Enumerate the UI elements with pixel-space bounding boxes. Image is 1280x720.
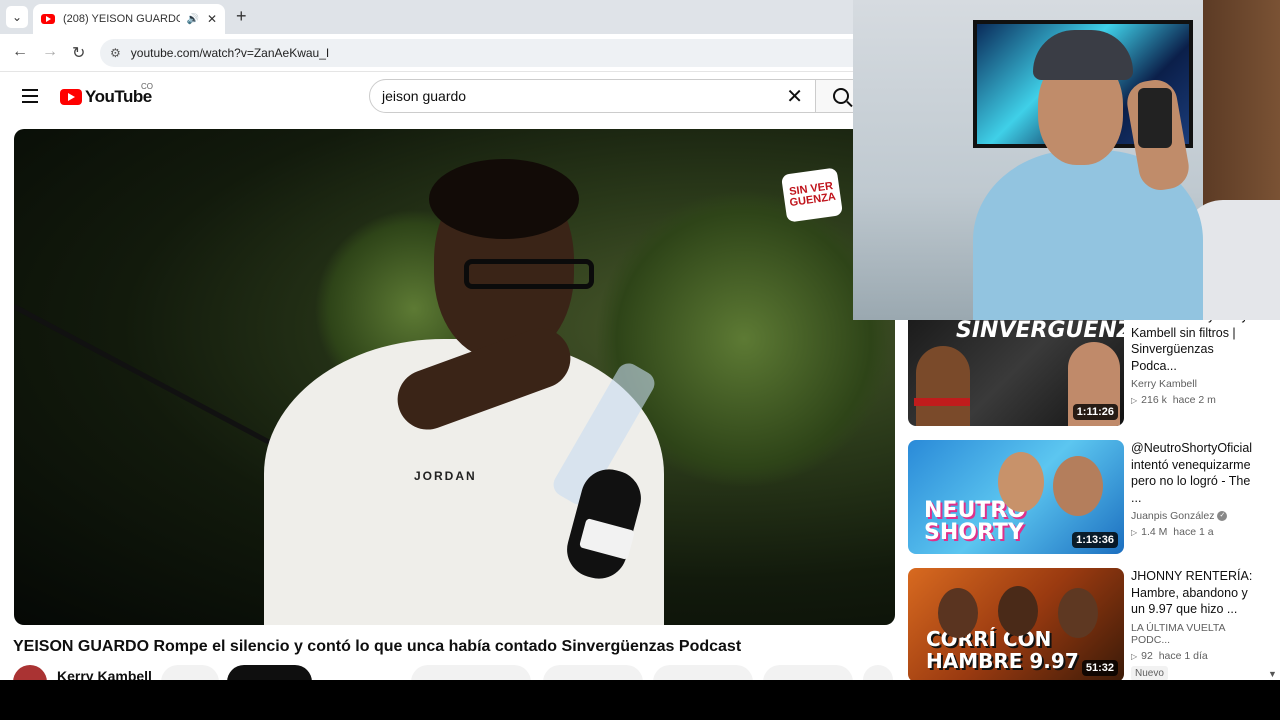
- person-hair: [429, 159, 579, 239]
- recommendation-thumbnail[interactable]: SINVERGÜENZAS 1:11:26: [908, 312, 1124, 426]
- video-player[interactable]: JORDAN SIN VER GUENZA: [14, 129, 895, 625]
- recommendation-title[interactable]: @NeutroShortyOficial intentó venequizarm…: [1131, 440, 1261, 506]
- video-title: YEISON GUARDO Rompe el silencio y contó …: [13, 638, 742, 655]
- browser-tab[interactable]: (208) YEISON GUARDO Rompe el silencio 🔊 …: [33, 4, 225, 34]
- verified-check-icon: ✓: [1217, 511, 1228, 522]
- phone: [1138, 88, 1172, 148]
- shirt-print: JORDAN: [414, 469, 477, 483]
- thumbnail-person: [1058, 588, 1098, 638]
- recommendation-info: JHONNY RENTERÍA: Hambre, abandono y un 9…: [1131, 568, 1261, 681]
- new-tab-button[interactable]: +: [236, 7, 247, 25]
- thumbnail-person: [916, 346, 970, 426]
- tab-title: (208) YEISON GUARDO Rompe el silencio: [63, 13, 181, 25]
- tab-search-chevron-icon[interactable]: ⌄: [6, 6, 28, 28]
- recommendation-meta: ▷ 216 k hace 2 m: [1131, 394, 1261, 406]
- view-count: 216 k: [1141, 394, 1167, 406]
- bottom-black-bar: [0, 680, 1280, 720]
- recommendation-meta: ▷ 1.4 M hace 1 a: [1131, 526, 1261, 538]
- thumbnail-person: [938, 588, 978, 638]
- play-icon: ▷: [1131, 528, 1138, 537]
- youtube-play-logo-icon: [60, 89, 82, 105]
- clear-search-icon[interactable]: ✕: [786, 84, 803, 109]
- thumbnail-person: [998, 452, 1044, 512]
- video-duration: 51:32: [1081, 660, 1118, 676]
- close-tab-icon[interactable]: ✕: [207, 12, 217, 26]
- watermark-text: SIN VER GUENZA: [788, 180, 837, 210]
- upload-age: hace 1 a: [1173, 526, 1214, 538]
- recommendation-info: Aida Merlano y Kerry Kambell sin filtros…: [1131, 308, 1261, 406]
- search-input[interactable]: jeison guardo ✕: [369, 79, 816, 113]
- webcam-overlay: [853, 0, 1280, 320]
- channel-name[interactable]: Juanpis González: [1131, 510, 1214, 522]
- recommendation-item[interactable]: NEUTRO SHORTY 1:13:36 @NeutroShortyOfici…: [908, 440, 1268, 560]
- video-person: JORDAN: [264, 159, 664, 625]
- recommendation-channel[interactable]: LA ÚLTIMA VUELTA PODC...: [1131, 622, 1261, 646]
- site-info-icon[interactable]: ⚙: [110, 46, 121, 60]
- reload-icon[interactable]: ↻: [72, 43, 85, 63]
- upload-age: hace 2 m: [1172, 394, 1216, 406]
- recommendation-thumbnail[interactable]: CORRÍ CON HAMBRE 9.97 51:32: [908, 568, 1124, 682]
- recommendation-item[interactable]: CORRÍ CON HAMBRE 9.97 51:32 JHONNY RENTE…: [908, 568, 1268, 688]
- recommendation-thumbnail[interactable]: NEUTRO SHORTY 1:13:36: [908, 440, 1124, 554]
- forward-arrow-icon[interactable]: →: [42, 43, 58, 61]
- new-badge: Nuevo: [1131, 665, 1168, 681]
- thumbnail-title-text: SINVERGÜENZAS: [956, 318, 1124, 343]
- recommendation-title[interactable]: JHONNY RENTERÍA: Hambre, abandono y un 9…: [1131, 568, 1261, 618]
- speaker-icon[interactable]: 🔊: [186, 14, 198, 25]
- recommendation-item[interactable]: SINVERGÜENZAS 1:11:26 Aida Merlano y Ker…: [908, 309, 1268, 432]
- thumbnail-person: [998, 586, 1038, 636]
- recommendation-channel[interactable]: Juanpis González ✓: [1131, 510, 1261, 522]
- play-icon: ▷: [1131, 651, 1138, 661]
- mic-boom-arm: [14, 304, 307, 464]
- thumbnail-lower-third: [914, 398, 970, 406]
- country-code: CO: [141, 82, 153, 91]
- podcast-watermark-logo: SIN VER GUENZA: [780, 167, 844, 223]
- search-icon: [832, 88, 849, 104]
- video-duration: 1:11:26: [1072, 404, 1118, 420]
- background-door: [1203, 0, 1280, 230]
- video-duration: 1:13:36: [1072, 532, 1118, 548]
- view-count: 1.4 M: [1141, 526, 1168, 538]
- recommendation-meta: ▷ 92 hace 1 día: [1131, 650, 1261, 662]
- scroll-down-arrow-icon[interactable]: ▼: [1268, 669, 1277, 679]
- search-query[interactable]: jeison guardo: [382, 88, 786, 104]
- youtube-logo[interactable]: YouTube: [60, 87, 152, 107]
- upload-age: hace 1 día: [1158, 649, 1208, 662]
- recommendation-info: @NeutroShortyOficial intentó venequizarm…: [1131, 440, 1261, 538]
- menu-icon[interactable]: [22, 89, 38, 103]
- glasses: [464, 259, 594, 289]
- recommendation-channel[interactable]: Kerry Kambell: [1131, 378, 1261, 390]
- url-text[interactable]: youtube.com/watch?v=ZanAeKwau_I: [131, 46, 329, 60]
- youtube-favicon-icon: [41, 14, 55, 24]
- view-count: 92: [1141, 649, 1153, 662]
- play-icon: ▷: [1131, 396, 1138, 405]
- back-arrow-icon[interactable]: ←: [12, 43, 28, 61]
- thumbnail-person: [1053, 456, 1103, 516]
